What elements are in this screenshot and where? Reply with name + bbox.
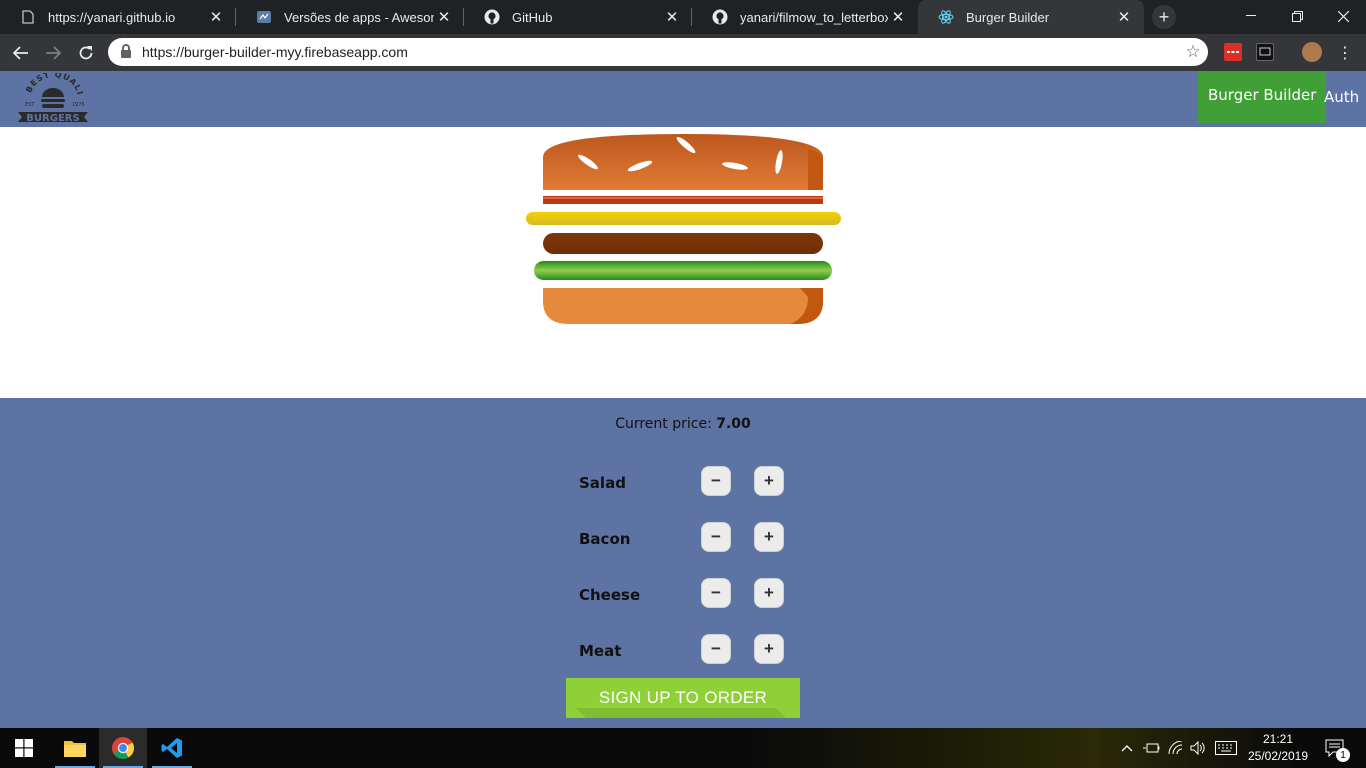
restore-icon[interactable]: [1274, 0, 1320, 32]
ingredient-label: Salad: [579, 474, 626, 492]
logo-year: 1975: [72, 102, 85, 108]
github-icon: [484, 9, 500, 25]
minimize-icon[interactable]: [1228, 0, 1274, 32]
bacon-layer: [543, 196, 823, 204]
battery-icon[interactable]: [1140, 728, 1162, 768]
burger-logo[interactable]: BEST QUALITY EST 1975 BURGERS: [12, 66, 90, 125]
browser-tab-bar: https://yanari.github.io ✕ Versões de ap…: [0, 0, 1366, 34]
nav-auth[interactable]: Auth: [1314, 71, 1366, 123]
tab-title: yanari/filmow_to_letterboxd: Im: [740, 9, 888, 25]
meat-layer: [543, 233, 823, 254]
address-bar[interactable]: https://burger-builder-myy.firebaseapp.c…: [108, 38, 1208, 66]
system-clock[interactable]: 21:21 25/02/2019: [1238, 731, 1318, 765]
notification-icon[interactable]: 1: [1320, 728, 1350, 768]
logo-bottom-text: BURGERS: [26, 113, 79, 124]
new-tab-button[interactable]: +: [1152, 5, 1176, 29]
react-icon: [938, 9, 954, 25]
close-window-icon[interactable]: [1320, 0, 1366, 32]
more-bacon-button[interactable]: +: [754, 522, 784, 552]
current-price: Current price: 7.00: [0, 416, 1366, 432]
order-button-shade: [576, 708, 800, 718]
windows-taskbar: 21:21 25/02/2019 1: [0, 728, 1366, 768]
app-header: BEST QUALITY EST 1975 BURGERS Burger Bui…: [0, 66, 1366, 127]
keyboard-icon[interactable]: [1213, 728, 1239, 768]
extension-icon[interactable]: [1224, 43, 1242, 61]
extension-icon[interactable]: [1256, 43, 1274, 61]
ingredient-control-cheese: Cheese − +: [579, 578, 789, 612]
bread-bottom: [543, 288, 823, 324]
close-tab-icon[interactable]: ✕: [206, 8, 226, 26]
chevron-up-icon[interactable]: [1118, 728, 1136, 768]
chrome-icon[interactable]: [99, 728, 147, 768]
bookmark-star-icon[interactable]: ☆: [1178, 42, 1208, 62]
menu-kebab-icon[interactable]: ⋮: [1332, 40, 1358, 66]
lock-icon: [121, 44, 131, 58]
order-button[interactable]: SIGN UP TO ORDER: [566, 678, 800, 718]
burger-illustration: [526, 134, 841, 324]
volume-icon[interactable]: [1187, 728, 1209, 768]
less-meat-button[interactable]: −: [701, 634, 731, 664]
wifi-icon[interactable]: [1165, 728, 1187, 768]
url-text[interactable]: https://burger-builder-myy.firebaseapp.c…: [142, 44, 1178, 60]
order-button-label: SIGN UP TO ORDER: [598, 688, 768, 707]
ingredient-label: Meat: [579, 642, 622, 660]
close-tab-icon[interactable]: ✕: [434, 8, 454, 26]
file-explorer-icon[interactable]: [51, 728, 99, 768]
cheese-layer: [526, 212, 841, 225]
tab-title: Versões de apps - AwesomeLis: [284, 9, 434, 25]
browser-tab[interactable]: Versões de apps - AwesomeLis ✕: [236, 0, 464, 34]
close-tab-icon[interactable]: ✕: [1114, 8, 1134, 26]
nav-burger-builder[interactable]: Burger Builder: [1198, 71, 1327, 123]
ingredient-control-bacon: Bacon − +: [579, 522, 789, 556]
more-meat-button[interactable]: +: [754, 634, 784, 664]
bread-top: [543, 134, 823, 190]
ingredient-control-meat: Meat − +: [579, 634, 789, 668]
price-label: Current price:: [615, 416, 717, 432]
browser-tab[interactable]: https://yanari.github.io ✕: [0, 0, 236, 34]
ingredient-control-salad: Salad − +: [579, 466, 789, 500]
burger-preview: [0, 127, 1366, 398]
tab-title: https://yanari.github.io: [48, 9, 176, 25]
less-cheese-button[interactable]: −: [701, 578, 731, 608]
clock-time: 21:21: [1262, 732, 1294, 746]
build-controls: Current price: 7.00 Salad − + Bacon − + …: [0, 398, 1366, 728]
reload-button[interactable]: [73, 40, 99, 66]
forward-button[interactable]: [40, 40, 66, 66]
tab-title: Burger Builder: [966, 9, 1050, 25]
tab-title: GitHub: [512, 9, 553, 25]
more-cheese-button[interactable]: +: [754, 578, 784, 608]
browser-toolbar: https://burger-builder-myy.firebaseapp.c…: [0, 34, 1366, 71]
browser-tab[interactable]: yanari/filmow_to_letterboxd: Im ✕: [692, 0, 918, 34]
vscode-icon[interactable]: [148, 728, 196, 768]
less-salad-button[interactable]: −: [701, 466, 731, 496]
less-bacon-button[interactable]: −: [701, 522, 731, 552]
page-icon: [20, 9, 36, 25]
browser-tab[interactable]: GitHub ✕: [464, 0, 692, 34]
avatar[interactable]: [1302, 42, 1322, 62]
back-button[interactable]: [8, 40, 34, 66]
more-salad-button[interactable]: +: [754, 466, 784, 496]
github-icon: [712, 9, 728, 25]
close-tab-icon[interactable]: ✕: [888, 8, 908, 26]
close-tab-icon[interactable]: ✕: [662, 8, 682, 26]
salad-layer: [534, 261, 832, 280]
awesomelist-icon: [256, 9, 272, 25]
price-value: 7.00: [716, 416, 751, 432]
ingredient-label: Cheese: [579, 586, 641, 604]
windows-start-icon[interactable]: [0, 728, 48, 768]
clock-date: 25/02/2019: [1247, 749, 1309, 763]
logo-est: EST: [25, 102, 35, 108]
browser-tab-active[interactable]: Burger Builder ✕: [918, 0, 1144, 34]
notification-count-badge: 1: [1336, 748, 1350, 762]
ingredient-label: Bacon: [579, 530, 631, 548]
